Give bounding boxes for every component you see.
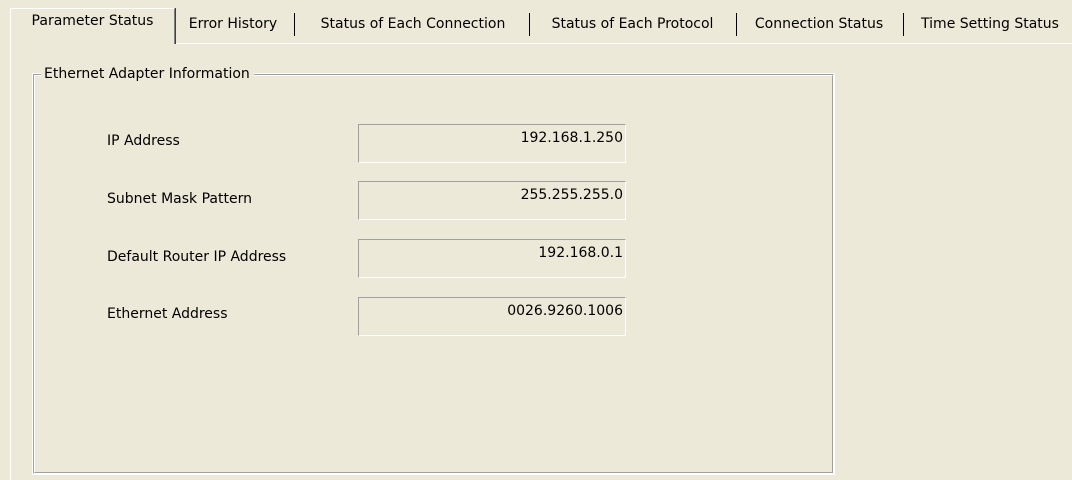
subnet-mask-value: 255.255.255.0 <box>520 187 623 203</box>
tab-separator <box>294 13 295 36</box>
ethernet-address-label: Ethernet Address <box>107 306 228 322</box>
subnet-mask-field: 255.255.255.0 <box>358 181 626 220</box>
tab-label: Status of Each Connection <box>320 16 506 32</box>
ip-address-label: IP Address <box>107 133 180 149</box>
ip-address-field: 192.168.1.250 <box>358 124 626 163</box>
tab-label: Parameter Status <box>31 13 154 29</box>
tab-label: Error History <box>188 16 278 32</box>
tab-connection-status[interactable]: Connection Status <box>742 13 896 36</box>
tab-label: Status of Each Protocol <box>551 16 714 32</box>
tab-status-of-each-protocol[interactable]: Status of Each Protocol <box>536 13 729 36</box>
default-router-label: Default Router IP Address <box>107 249 287 265</box>
ip-address-value: 192.168.1.250 <box>520 130 623 146</box>
tab-separator <box>736 13 737 36</box>
tab-parameter-status[interactable]: Parameter Status <box>10 8 175 44</box>
tab-label: Time Setting Status <box>921 16 1059 32</box>
groupbox-title: Ethernet Adapter Information <box>41 63 254 85</box>
tab-time-setting-status[interactable]: Time Setting Status <box>910 13 1070 36</box>
default-router-value: 192.168.0.1 <box>538 245 623 261</box>
default-router-field: 192.168.0.1 <box>358 239 626 278</box>
tab-status-of-each-connection[interactable]: Status of Each Connection <box>303 13 523 36</box>
tab-separator <box>903 13 904 36</box>
ethernet-address-field: 0026.9260.1006 <box>358 297 626 336</box>
ethernet-address-value: 0026.9260.1006 <box>507 303 623 319</box>
tab-error-history[interactable]: Error History <box>180 13 286 36</box>
tab-label: Connection Status <box>754 16 884 32</box>
tab-separator <box>529 13 530 36</box>
subnet-mask-label: Subnet Mask Pattern <box>107 191 252 207</box>
parameter-status-window: Parameter Status Error History Status of… <box>0 0 1072 480</box>
tab-strip: Parameter Status Error History Status of… <box>0 0 1072 44</box>
